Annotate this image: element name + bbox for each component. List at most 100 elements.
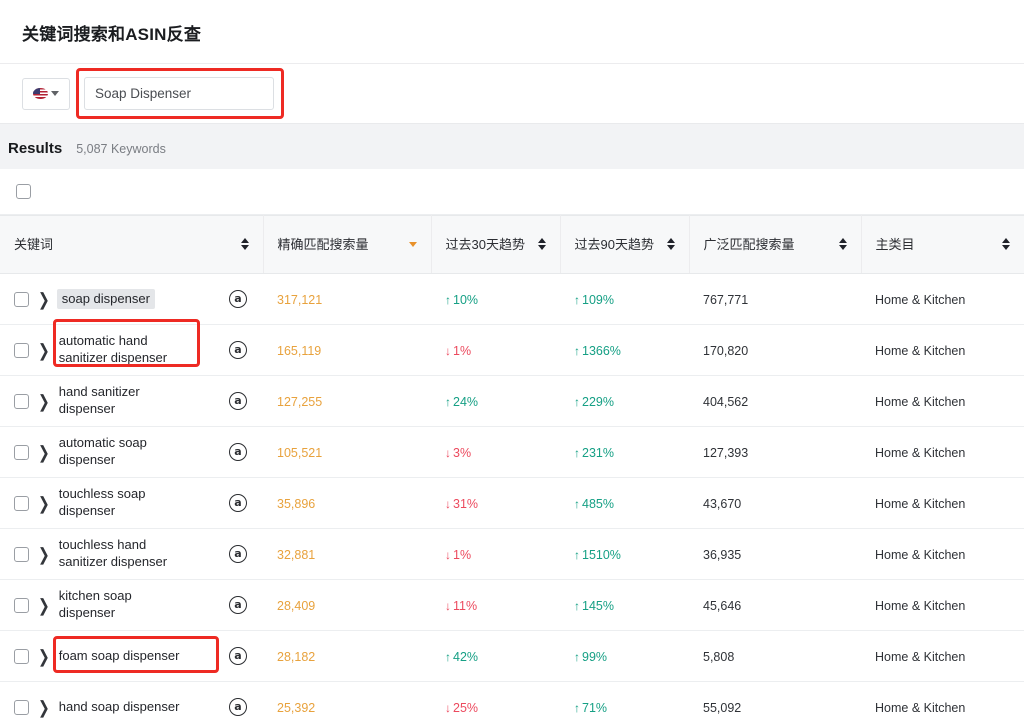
keyword-text[interactable]: automatic hand sanitizer dispenser: [59, 333, 189, 366]
chevron-right-icon[interactable]: ❯: [38, 596, 50, 614]
arrow-up-icon: ↑: [574, 598, 580, 613]
exact-volume-link[interactable]: 317,121: [277, 293, 322, 307]
trend-30d-value: ↓ 3%: [445, 446, 471, 460]
table-row[interactable]: ❯ touchless hand sanitizer dispenser a 32,8…: [0, 528, 1024, 580]
column-header-broad-volume[interactable]: 广泛匹配搜索量: [689, 215, 862, 274]
sort-toggle-category[interactable]: [1002, 238, 1010, 251]
amazon-logo-icon[interactable]: a: [229, 698, 247, 716]
table-row[interactable]: ❯ touchless soap dispenser a 35,896 ↓ 31% ↑ 485…: [0, 477, 1024, 529]
keyword-text[interactable]: touchless hand sanitizer dispenser: [59, 537, 189, 570]
column-header-trend-90d[interactable]: 过去90天趋势: [560, 215, 690, 274]
arrow-up-icon: ↑: [574, 394, 580, 409]
exact-volume-link[interactable]: 28,409: [277, 599, 315, 613]
keyword-text[interactable]: touchless soap dispenser: [59, 486, 189, 519]
amazon-logo-icon[interactable]: a: [229, 494, 247, 512]
chevron-right-icon[interactable]: ❯: [38, 341, 50, 359]
column-header-category[interactable]: 主类目: [861, 215, 1024, 274]
select-all-strip: [0, 169, 1024, 215]
sort-toggle-exact-volume[interactable]: [408, 241, 417, 247]
chevron-right-icon[interactable]: ❯: [38, 545, 50, 563]
cell-keyword: ❯ automatic soap dispenser a: [0, 426, 263, 478]
amazon-logo-icon[interactable]: a: [229, 443, 247, 461]
arrow-up-icon: ↑: [574, 649, 580, 664]
amazon-logo-icon[interactable]: a: [229, 545, 247, 563]
chevron-right-icon[interactable]: ❯: [38, 494, 50, 512]
broad-volume-text: 170,820: [703, 343, 749, 358]
search-input[interactable]: [84, 77, 274, 110]
cell-broad-volume: 45,646: [689, 579, 861, 631]
table-row[interactable]: ❯ kitchen soap dispenser a 28,409 ↓ 11% ↑ 145% 4…: [0, 579, 1024, 631]
exact-volume-link[interactable]: 25,392: [277, 701, 315, 715]
keyword-text[interactable]: kitchen soap dispenser: [59, 588, 189, 621]
keyword-text[interactable]: automatic soap dispenser: [59, 435, 189, 468]
table-row[interactable]: ❯ hand soap dispenser a 25,392 ↓ 25% ↑ 71% 55,09…: [0, 681, 1024, 722]
sort-toggle-broad-volume[interactable]: [838, 238, 847, 251]
row-checkbox[interactable]: [14, 393, 29, 409]
sort-desc-icon: [408, 241, 417, 247]
keywords-table: 关键词 精确匹配搜索量 过去30天趋势 过去90天趋势 广泛匹配搜索量 主类目 …: [0, 215, 1024, 722]
search-input-wrapper: [76, 68, 284, 119]
keyword-text[interactable]: hand sanitizer dispenser: [59, 384, 189, 417]
cell-trend-90d: ↑ 229%: [560, 375, 689, 427]
keyword-text[interactable]: foam soap dispenser: [59, 648, 180, 665]
row-checkbox[interactable]: [14, 597, 29, 613]
row-checkbox[interactable]: [14, 699, 29, 715]
column-header-trend-30d[interactable]: 过去30天趋势: [431, 215, 561, 274]
amazon-logo-icon[interactable]: a: [229, 596, 247, 614]
arrow-up-icon: ↑: [445, 394, 451, 409]
sort-desc-icon: [666, 245, 675, 251]
row-checkbox[interactable]: [14, 546, 29, 562]
exact-volume-link[interactable]: 165,119: [277, 344, 321, 358]
row-checkbox[interactable]: [14, 342, 29, 358]
cell-trend-90d: ↑ 1510%: [560, 528, 689, 580]
row-checkbox[interactable]: [14, 444, 29, 460]
sort-toggle-trend-90d[interactable]: [666, 238, 675, 251]
cell-trend-90d: ↑ 1366%: [560, 324, 689, 376]
table-row[interactable]: ❯ foam soap dispenser a 28,182 ↑ 42% ↑ 99% 5,808…: [0, 630, 1024, 682]
column-header-exact-volume[interactable]: 精确匹配搜索量: [263, 215, 432, 274]
trend-30d-text: 25%: [453, 700, 479, 715]
row-checkbox[interactable]: [14, 495, 29, 511]
sort-toggle-trend-30d[interactable]: [537, 238, 546, 251]
table-row[interactable]: ❯ soap dispenser a 317,121 ↑ 10% ↑ 109% 767,771 H…: [0, 273, 1024, 325]
amazon-logo-icon[interactable]: a: [229, 647, 247, 665]
chevron-right-icon[interactable]: ❯: [38, 392, 50, 410]
cell-exact-volume: 28,409: [263, 579, 431, 631]
trend-30d-text: 42%: [453, 649, 479, 664]
column-header-keyword[interactable]: 关键词: [0, 215, 264, 274]
keyword-text[interactable]: hand soap dispenser: [59, 699, 180, 716]
sort-desc-icon: [838, 245, 847, 251]
exact-volume-link[interactable]: 105,521: [277, 446, 322, 460]
sort-toggle-keyword[interactable]: [240, 238, 249, 251]
arrow-down-icon: ↓: [445, 496, 451, 511]
keyword-text[interactable]: soap dispenser: [56, 288, 155, 310]
exact-volume-link[interactable]: 127,255: [277, 395, 322, 409]
exact-volume-link[interactable]: 35,896: [277, 497, 315, 511]
amazon-logo-icon[interactable]: a: [229, 341, 247, 359]
chevron-right-icon[interactable]: ❯: [38, 647, 50, 665]
chevron-right-icon[interactable]: ❯: [38, 443, 50, 461]
amazon-logo-icon[interactable]: a: [229, 290, 247, 308]
country-selector[interactable]: [22, 77, 70, 110]
table-row[interactable]: ❯ automatic soap dispenser a 105,521 ↓ 3% ↑ 231…: [0, 426, 1024, 478]
trend-90d-text: 109%: [582, 292, 614, 307]
search-bar: [0, 64, 1024, 124]
results-label: Results: [8, 140, 63, 157]
row-checkbox[interactable]: [14, 291, 29, 307]
category-text: Home & Kitchen: [875, 292, 966, 307]
chevron-right-icon[interactable]: ❯: [38, 698, 50, 716]
column-label: 广泛匹配搜索量: [703, 236, 795, 252]
trend-90d-value: ↑ 229%: [574, 395, 614, 409]
exact-volume-link[interactable]: 32,881: [277, 548, 315, 562]
row-checkbox[interactable]: [14, 648, 29, 664]
broad-volume-text: 767,771: [703, 292, 749, 307]
exact-volume-link[interactable]: 28,182: [277, 650, 315, 664]
trend-90d-text: 71%: [582, 700, 608, 715]
amazon-logo-icon[interactable]: a: [229, 392, 247, 410]
select-all-checkbox[interactable]: [16, 184, 31, 199]
sort-asc-icon: [838, 238, 847, 244]
table-row[interactable]: ❯ automatic hand sanitizer dispenser a 165,…: [0, 319, 1024, 376]
chevron-right-icon[interactable]: ❯: [38, 290, 50, 308]
table-row[interactable]: ❯ hand sanitizer dispenser a 127,255 ↑ 24% ↑ 22…: [0, 375, 1024, 427]
cell-trend-30d: ↓ 3%: [431, 426, 560, 478]
